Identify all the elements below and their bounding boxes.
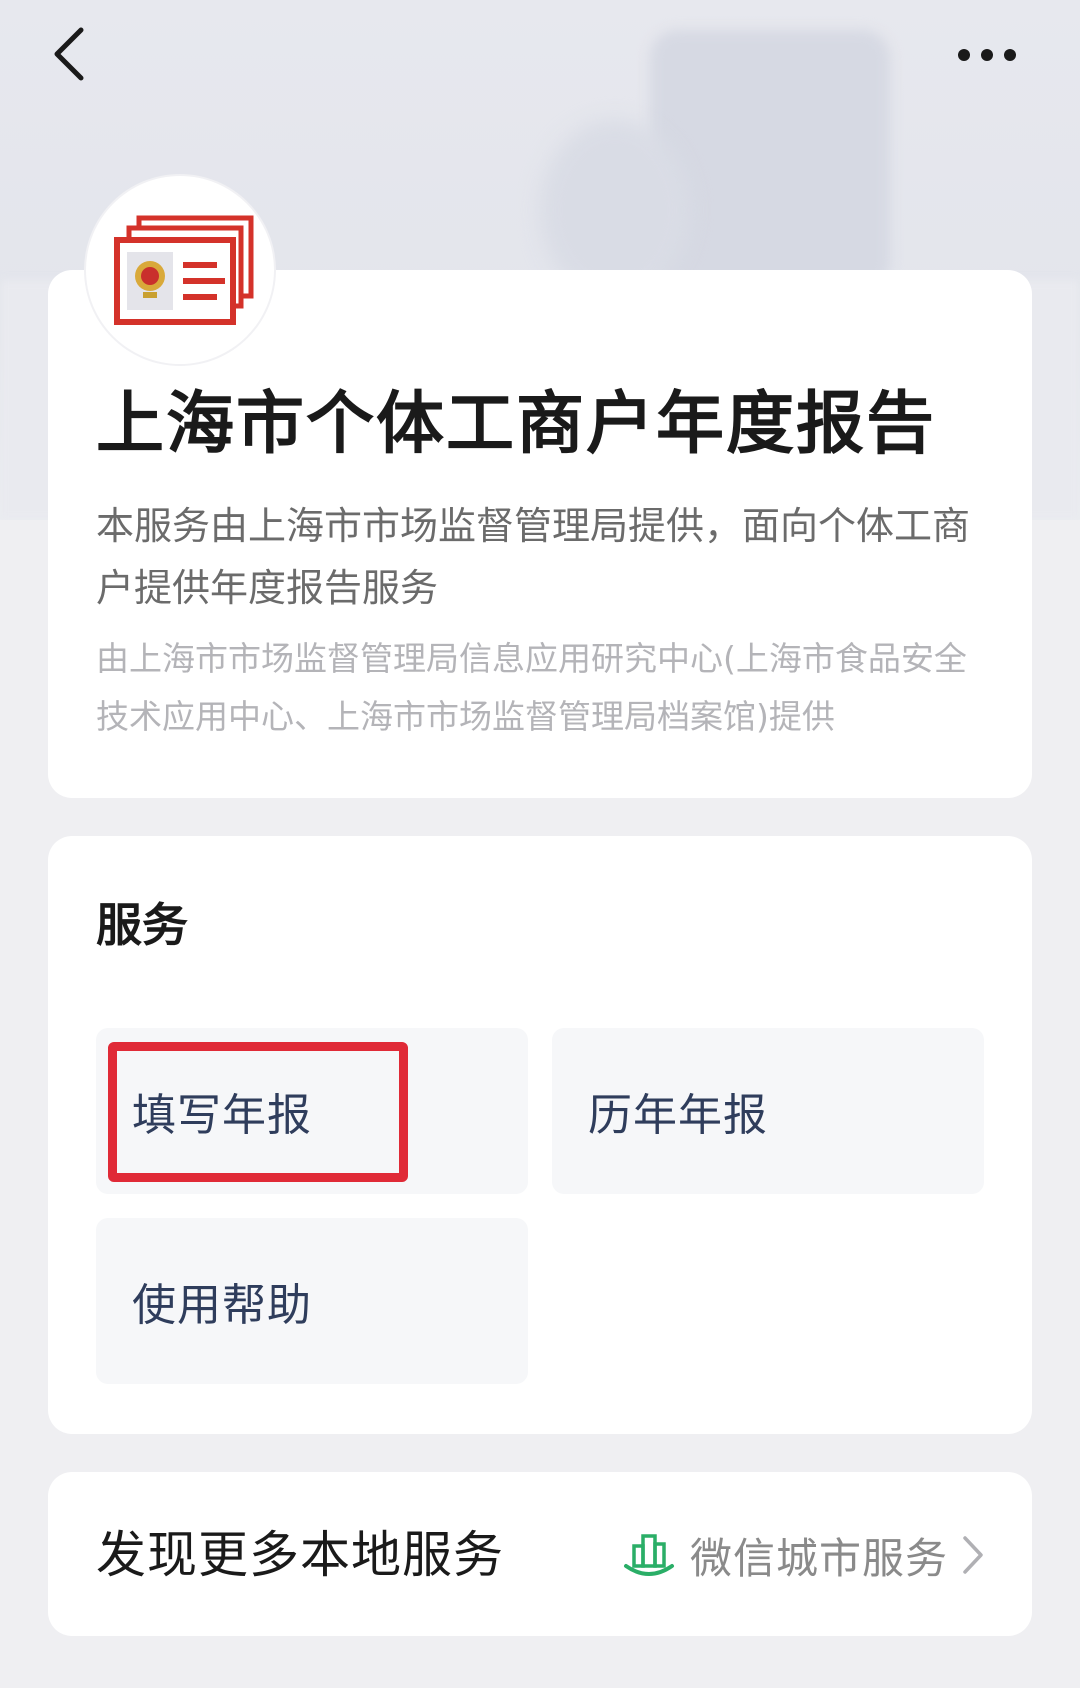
page-title: 上海市个体工商户年度报告: [96, 385, 937, 464]
past-annual-reports-label: 历年年报: [588, 1090, 768, 1141]
past-annual-reports-button[interactable]: 历年年报: [552, 1028, 984, 1194]
city-building-icon: [623, 1534, 674, 1576]
chevron-right-icon: [963, 1536, 983, 1574]
discover-more-label: 发现更多本地服务: [96, 1526, 504, 1584]
service-logo: [86, 176, 274, 364]
usage-help-button[interactable]: 使用帮助: [96, 1218, 528, 1384]
more-button[interactable]: [942, 30, 1032, 80]
more-horizontal-icon: [958, 49, 1016, 61]
back-button[interactable]: [38, 24, 98, 84]
chevron-left-icon: [54, 27, 84, 81]
fill-annual-report-label: 填写年报: [132, 1090, 312, 1141]
wechat-city-service-link[interactable]: 微信城市服务: [622, 1522, 984, 1588]
wechat-city-service-label: 微信城市服务: [689, 1533, 948, 1583]
usage-help-label: 使用帮助: [132, 1280, 312, 1331]
service-provider: 由上海市市场监督管理局信息应用研究中心(上海市食品安全技术应用中心、上海市市场监…: [96, 639, 967, 736]
navigation-bar: [0, 0, 1080, 110]
fill-annual-report-button[interactable]: 填写年报: [96, 1028, 528, 1194]
business-license-icon: [114, 215, 254, 325]
service-description: 本服务由上海市市场监督管理局提供，面向个体工商户提供年度报告服务: [96, 504, 971, 610]
services-section-title: 服务: [96, 898, 188, 952]
